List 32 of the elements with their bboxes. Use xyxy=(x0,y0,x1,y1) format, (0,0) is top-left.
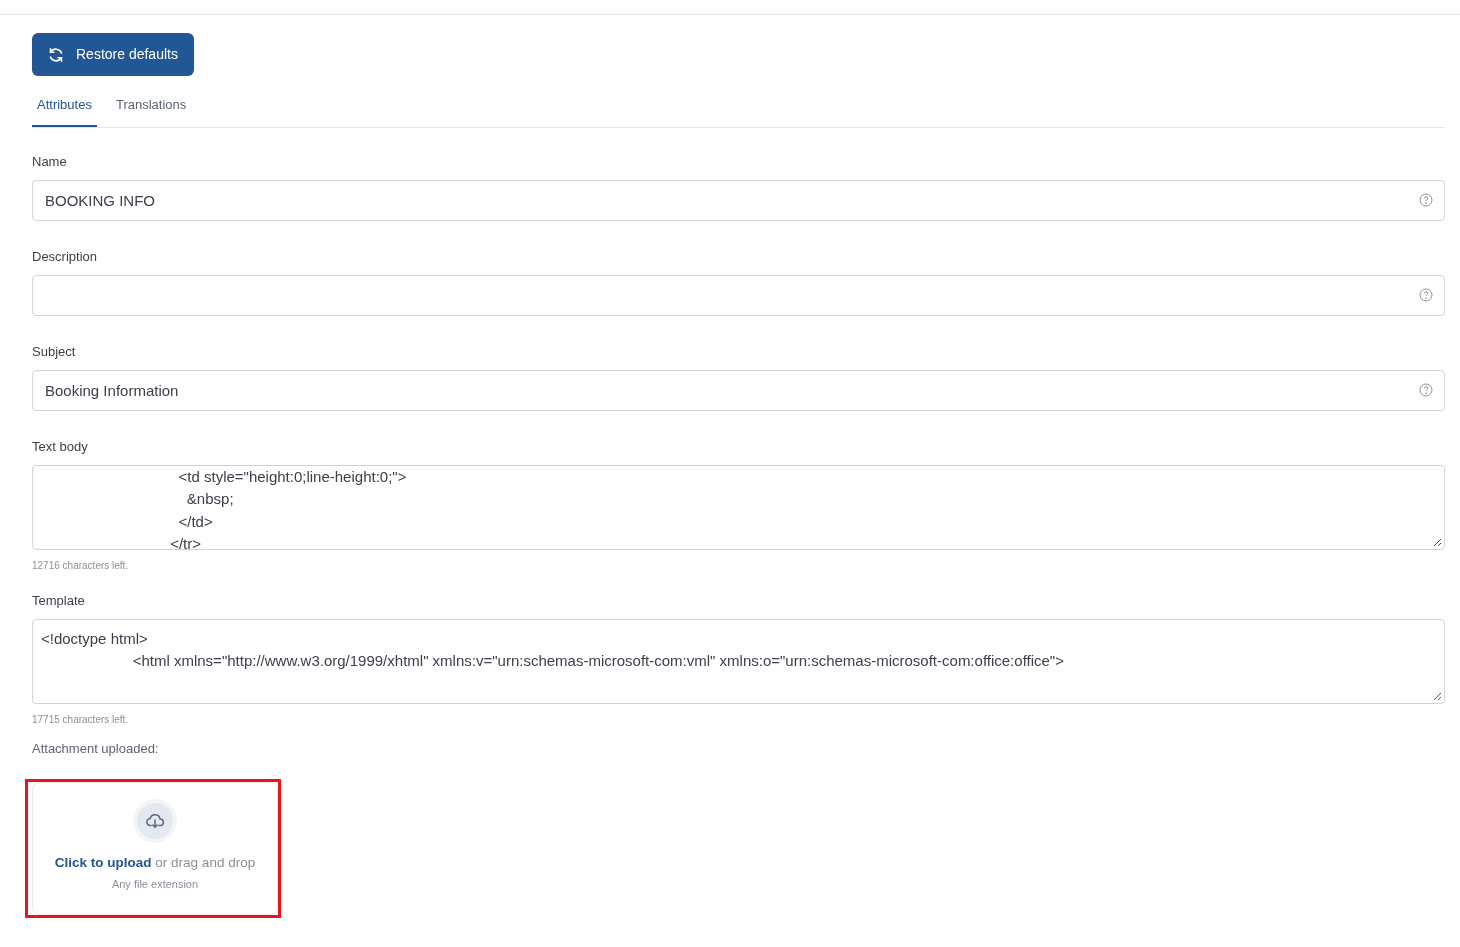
field-label: Description xyxy=(32,248,99,265)
textarea-field[interactable]: <td style="height:0;line-height:0;"> &nbsp; </td> </tr> xyxy=(32,464,1445,550)
textarea-field[interactable]: <!doctype html> <html xmlns="http://www.w3.org/1999/xhtml" xmlns:v="urn:schemas-microsoft-com:vml" xmlns:o="urn:schemas-microsoft-com:office:office"> xyxy=(32,618,1445,704)
text-field[interactable]: Booking Information xyxy=(32,369,1445,411)
tab[interactable]: Translations xyxy=(110,88,192,127)
cloud-download-icon xyxy=(137,802,173,839)
text-field[interactable]: BOOKING INFO xyxy=(32,179,1445,221)
upload-instruction: Click to upload or drag and drop xyxy=(53,853,257,872)
code-line: </td> xyxy=(177,511,214,532)
upload-hint: Any file extension xyxy=(110,876,200,892)
resize-handle-icon[interactable] xyxy=(1433,537,1442,547)
code-line: <td style="height:0;line-height:0;"> xyxy=(177,466,408,487)
field-label: Name xyxy=(32,153,68,170)
code-line: <html xmlns="http://www.w3.org/1999/xhtml" xmlns:v="urn:schemas-microsoft-com:vml" xmlns:o="urn:schemas-microsoft-com:office:office"> xyxy=(131,651,1065,671)
code-line: &nbsp; xyxy=(185,489,235,509)
code-line: <!doctype html> xyxy=(41,628,149,649)
help-icon[interactable] xyxy=(1419,382,1433,397)
help-icon[interactable] xyxy=(1419,192,1433,207)
character-counter: 12716 characters left. xyxy=(32,558,130,573)
code-line: </tr> xyxy=(169,534,203,549)
character-counter: 17715 characters left. xyxy=(32,712,130,727)
restore-defaults-button[interactable]: Restore defaults xyxy=(32,33,194,76)
field-label: Template xyxy=(32,592,86,609)
refresh-icon xyxy=(48,46,64,63)
field-label: Text body xyxy=(32,438,89,455)
resize-handle-icon[interactable] xyxy=(1433,691,1442,701)
field-label: Subject xyxy=(32,343,77,360)
tab[interactable]: Attributes xyxy=(32,88,97,127)
help-icon[interactable] xyxy=(1419,287,1433,302)
attachment-label: Attachment uploaded: xyxy=(32,740,160,757)
upload-dropzone[interactable]: Click to upload or drag and drop Any file extension xyxy=(32,781,278,916)
text-field[interactable] xyxy=(32,274,1445,316)
